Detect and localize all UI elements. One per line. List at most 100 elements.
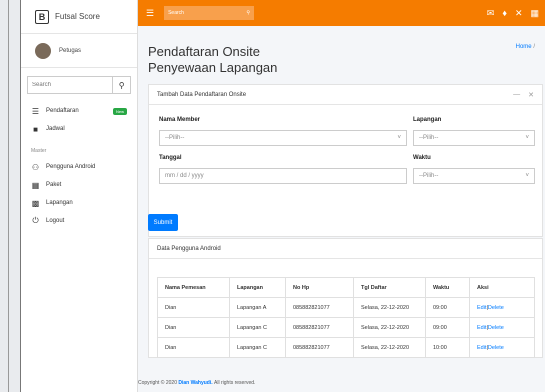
cell-nohp: 085882821077 [285,337,354,358]
page-title: Pendaftaran Onsite Penyewaan Lapangan [148,44,278,75]
cell-lapangan: Lapangan C [229,337,286,358]
close-icon[interactable]: ✕ [515,8,523,19]
member-select-value: --Pilih-- [165,135,185,141]
brand[interactable]: B Futsal Score [21,0,137,34]
user-icon: ⚇ [31,162,40,172]
cell-aksi: Edit|Delete [469,337,535,358]
book-icon: ■ [33,124,38,134]
breadcrumb-home[interactable]: Home [516,44,532,50]
cell-nama: Dian [157,297,230,318]
member-label: Nama Member [159,117,201,123]
cell-waktu: 09:00 [425,297,470,318]
footer-suffix: All rights reserved. [214,380,256,386]
tanggal-label: Tanggal [159,155,182,161]
hamburger-icon[interactable]: ☰ [146,8,154,19]
column-header: No Hp [285,277,354,298]
cell-waktu: 10:00 [425,337,470,358]
delete-link[interactable]: Delete [488,345,504,351]
footer: Copyright © 2020 Dian Wahyudi. All right… [138,374,545,392]
app-window: B Futsal Score Petugas ⚲ ☰ Pendaftaran N… [20,0,545,392]
member-select[interactable]: --Pilih-- ˅ [159,130,407,146]
grid-icon[interactable]: ▦ [530,8,539,19]
notification-icon[interactable]: ♦ [502,8,507,19]
cell-nohp: 085882821077 [285,317,354,338]
sidebar-item-logout[interactable]: ⏻ Logout [21,212,137,230]
data-table: Nama Pemesan Lapangan No Hp Tgl Daftar W… [157,277,535,358]
cell-nama: Dian [157,317,230,338]
delete-link[interactable]: Delete [488,305,504,311]
sidebar-item-label: Pendaftaran [46,108,79,114]
delete-link[interactable]: Delete [488,325,504,331]
topbar-search[interactable]: Search ⚲ [164,6,255,20]
list-icon: ☰ [31,106,40,116]
table-card-header: Data Pengguna Android [149,239,542,259]
page-header: Pendaftaran Onsite Penyewaan Lapangan Ho… [138,26,545,76]
brand-name: Futsal Score [55,12,100,21]
column-header: Nama Pemesan [157,277,230,298]
lapangan-select-value: --Pilih-- [419,135,439,141]
topbar: ☰ Search ⚲ ✉ ♦ ✕ ▦ [138,0,545,26]
sidebar-section-header: Master [31,148,47,154]
breadcrumb-separator: / [533,44,535,50]
calendar-icon: ▦ [31,180,40,190]
chevron-down-icon: ˅ [525,135,529,141]
cell-lapangan: Lapangan C [229,317,286,338]
cell-aksi: Edit|Delete [469,297,535,318]
card-tools: — ✕ [513,91,534,99]
search-icon[interactable]: ⚲ [246,10,250,16]
main-content: Pendaftaran Onsite Penyewaan Lapangan Ho… [138,26,545,392]
sidebar-item-label: Pengguna Android [46,164,96,170]
lapangan-label: Lapangan [413,117,442,123]
waktu-select-value: --Pilih-- [419,173,439,179]
cell-tgl: Selasa, 22-12-2020 [353,317,426,338]
cell-tgl: Selasa, 22-12-2020 [353,337,426,358]
table-header-row: Nama Pemesan Lapangan No Hp Tgl Daftar W… [157,277,535,298]
sidebar-item-jadwal[interactable]: ■ Jadwal [21,120,137,138]
table-row: Dian Lapangan A 085882821077 Selasa, 22-… [157,297,535,318]
lapangan-select[interactable]: --Pilih-- ˅ [413,130,535,146]
new-badge: New [112,107,127,115]
footer-author[interactable]: Dian Wahyudi. [178,380,212,386]
sidebar-item-pendaftaran[interactable]: ☰ Pendaftaran New [21,102,137,120]
search-icon[interactable]: ⚲ [112,77,130,93]
table-card-title: Data Pengguna Android [157,245,221,252]
close-icon[interactable]: ✕ [528,91,534,99]
cell-nohp: 085882821077 [285,297,354,318]
outer-border [8,0,9,392]
topbar-search-placeholder: Search [168,10,184,16]
power-icon: ⏻ [32,216,39,225]
sidebar-item-label: Logout [46,218,65,224]
tanggal-input[interactable]: mm / dd / yyyy [159,168,407,184]
chevron-down-icon: ˅ [525,173,529,179]
minimize-icon[interactable]: — [513,91,520,99]
form-card: Tambah Data Pendaftaran Onsite — ✕ Nama … [148,84,543,237]
brand-logo: B [35,9,49,24]
cell-nama: Dian [157,337,230,358]
form-card-header: Tambah Data Pendaftaran Onsite — ✕ [149,85,542,105]
waktu-select[interactable]: --Pilih-- ˅ [413,168,535,184]
sidebar-item-label: Paket [46,182,62,188]
sidebar-search-input[interactable] [28,77,113,93]
sidebar: B Futsal Score Petugas ⚲ ☰ Pendaftaran N… [21,0,138,392]
sidebar-item-pengguna-android[interactable]: ⚇ Pengguna Android [21,158,137,176]
column-header: Tgl Daftar [353,277,426,298]
submit-button[interactable]: Submit [148,214,178,231]
user-panel[interactable]: Petugas [21,34,137,68]
user-name: Petugas [59,47,82,54]
tanggal-placeholder: mm / dd / yyyy [165,173,204,179]
cell-aksi: Edit|Delete [469,317,535,338]
topbar-icons: ✉ ♦ ✕ ▦ [487,8,539,19]
sidebar-item-lapangan[interactable]: ▩ Lapangan [21,194,137,212]
footer-prefix: Copyright © 2020 [138,380,177,386]
form-card-title: Tambah Data Pendaftaran Onsite [157,91,247,98]
chevron-down-icon: ˅ [397,135,401,141]
column-header: Lapangan [229,277,286,298]
sidebar-item-label: Lapangan [46,200,73,206]
breadcrumb: Home / [516,44,535,76]
waktu-label: Waktu [413,155,431,161]
sidebar-item-paket[interactable]: ▦ Paket [21,176,137,194]
chat-icon[interactable]: ✉ [487,8,495,19]
table-card: Data Pengguna Android Nama Pemesan Lapan… [148,238,543,358]
cell-waktu: 09:00 [425,317,470,338]
table-row: Dian Lapangan C 085882821077 Selasa, 22-… [157,337,535,358]
